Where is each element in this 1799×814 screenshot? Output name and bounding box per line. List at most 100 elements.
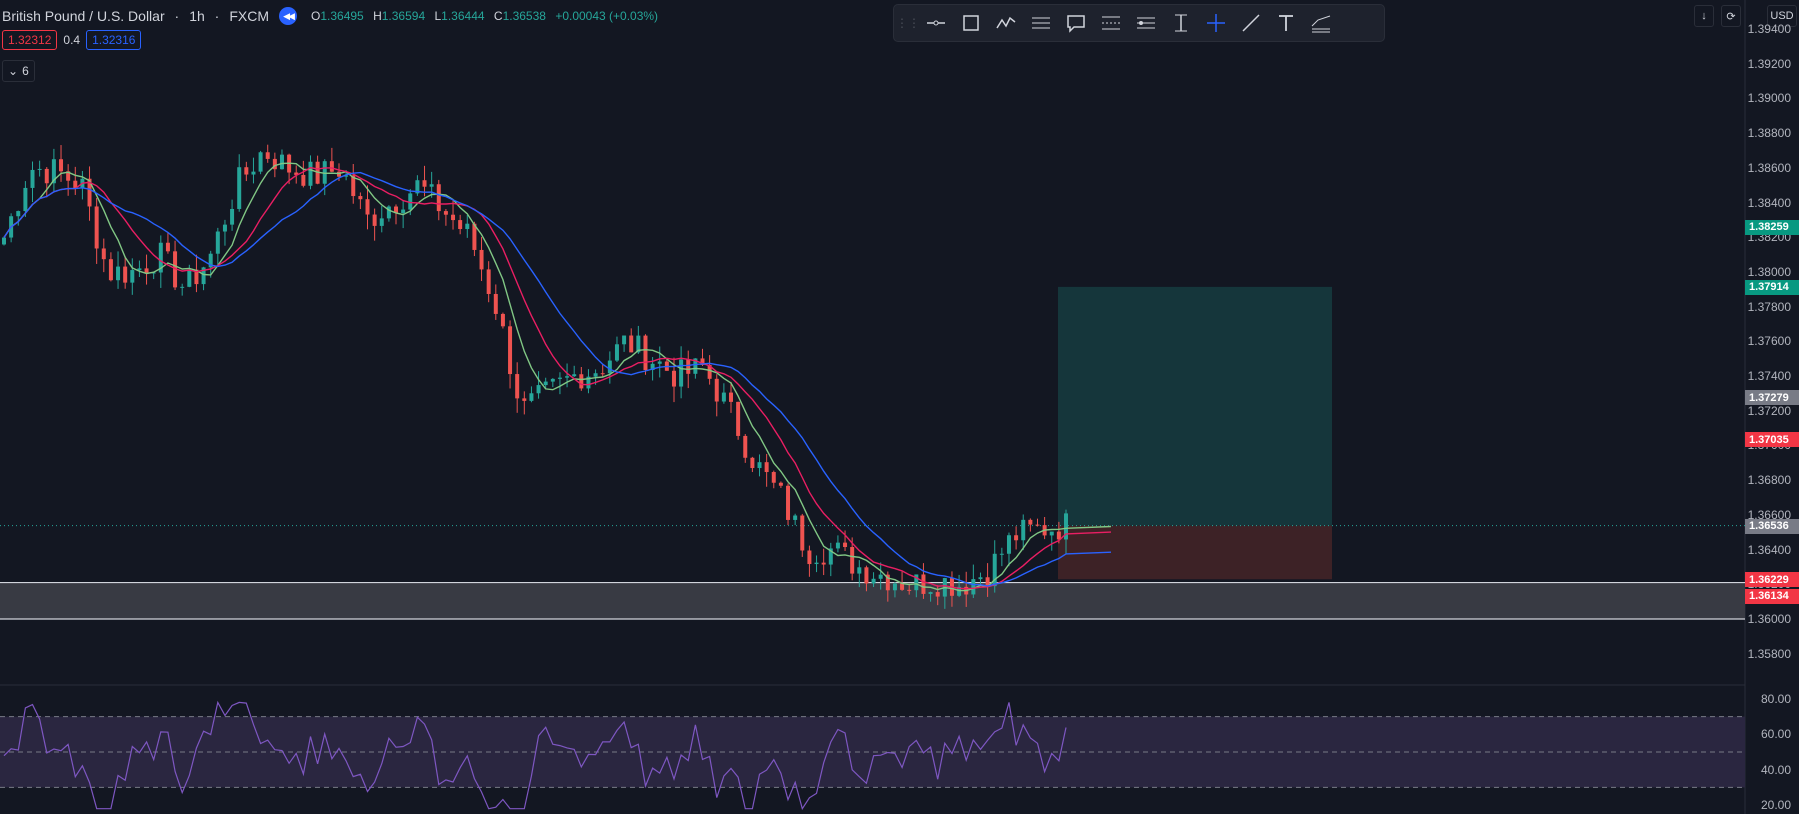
candle-body xyxy=(258,152,263,172)
candle-body xyxy=(1028,519,1033,525)
candle-body xyxy=(757,462,762,469)
horizontal-line-icon[interactable] xyxy=(918,8,953,38)
path-icon[interactable] xyxy=(988,8,1023,38)
change-value: +0.00043 (+0.03%) xyxy=(555,9,659,23)
candle-body xyxy=(572,374,577,377)
candle-body xyxy=(365,199,370,215)
candle-body xyxy=(479,249,484,270)
candle-body xyxy=(771,472,776,483)
candle-body xyxy=(279,154,284,170)
refresh-icon[interactable]: ⟳ xyxy=(1721,5,1741,27)
multi-line-icon[interactable] xyxy=(1303,8,1338,38)
indicators-toggle[interactable]: ⌄ 6 xyxy=(2,60,35,82)
candle-body xyxy=(123,266,128,283)
price-tick-label: 1.37200 xyxy=(1747,403,1791,418)
candle-body xyxy=(579,374,584,389)
price-tick-label: 1.37800 xyxy=(1747,299,1791,314)
candle-body xyxy=(265,152,270,159)
symbol-separator-2: · xyxy=(210,8,220,24)
price-tick-label: 1.37600 xyxy=(1747,334,1791,349)
candle-body xyxy=(408,193,413,210)
sell-button[interactable]: 1.32312 xyxy=(2,30,58,50)
candle-body xyxy=(493,293,498,314)
candle-body xyxy=(643,335,648,371)
price-tick-label: 1.38000 xyxy=(1747,264,1791,279)
crosshair-icon[interactable] xyxy=(1198,8,1233,38)
candle-body xyxy=(786,485,791,520)
buy-button[interactable]: 1.32316 xyxy=(86,30,142,50)
candle-body xyxy=(522,398,527,401)
symbol-name[interactable]: British Pound / U.S. Dollar xyxy=(2,8,165,24)
candle-body xyxy=(878,574,883,579)
rsi-tick-label: 40.00 xyxy=(1760,762,1791,777)
drawing-toolbar: ⋮⋮ xyxy=(893,4,1385,42)
price-tick-label: 1.38600 xyxy=(1747,160,1791,175)
interval-label[interactable]: 1h xyxy=(189,8,205,24)
candle-body xyxy=(486,269,491,294)
price-tick-label: 1.36000 xyxy=(1747,612,1791,626)
fib-retracement-icon[interactable] xyxy=(1093,8,1128,38)
candle-body xyxy=(37,168,42,170)
price-tick-label: 1.39400 xyxy=(1747,22,1791,36)
candle-body xyxy=(436,184,441,212)
price-tick-label: 1.39200 xyxy=(1747,56,1791,71)
support-zone xyxy=(0,582,1745,619)
price-tag: 1.37914 xyxy=(1745,279,1799,295)
candle-body xyxy=(465,223,470,230)
candle-body xyxy=(843,542,848,548)
candle-body xyxy=(451,214,456,221)
candle-body xyxy=(443,211,448,215)
price-tick-label: 1.36800 xyxy=(1747,473,1791,488)
price-tag: 1.36536 xyxy=(1745,518,1799,534)
candle-body xyxy=(401,209,406,214)
price-tick-label: 1.38800 xyxy=(1747,126,1791,141)
chart-canvas[interactable] xyxy=(0,0,1799,814)
price-range-icon[interactable] xyxy=(1163,8,1198,38)
callout-icon[interactable] xyxy=(1058,8,1093,38)
candle-body xyxy=(1014,535,1019,541)
rectangle-icon[interactable] xyxy=(953,8,988,38)
candle-body xyxy=(23,187,28,212)
candle-body xyxy=(251,171,256,175)
candle-body xyxy=(16,211,21,217)
download-icon[interactable]: ↓ xyxy=(1694,5,1714,27)
candle-body xyxy=(108,259,113,281)
price-tick-label: 1.35800 xyxy=(1747,646,1791,661)
candle-body xyxy=(358,196,363,200)
candle-body xyxy=(864,567,869,584)
price-tag: 1.36134 xyxy=(1745,588,1799,604)
candle-body xyxy=(372,214,377,226)
candle-body xyxy=(622,335,627,345)
candle-body xyxy=(857,567,862,574)
candle-body xyxy=(543,381,548,386)
candle-body xyxy=(907,589,912,591)
fib-extension-icon[interactable] xyxy=(1128,8,1163,38)
candle-body xyxy=(928,592,933,594)
candle-body xyxy=(244,167,249,175)
candle-body xyxy=(721,392,726,402)
candle-body xyxy=(94,206,99,249)
candle-body xyxy=(600,373,605,375)
candle-body xyxy=(679,359,684,387)
text-icon[interactable] xyxy=(1268,8,1303,38)
candle-body xyxy=(1006,535,1011,554)
candle-body xyxy=(215,231,220,254)
candle-body xyxy=(2,237,6,245)
symbol-header: British Pound / U.S. Dollar · 1h · FXCM … xyxy=(0,6,664,26)
ma-slow-line xyxy=(3,171,1112,587)
candle-body xyxy=(30,169,35,188)
candle-body xyxy=(686,359,691,374)
rsi-tick-label: 20.00 xyxy=(1760,798,1791,813)
price-tag: 1.38259 xyxy=(1745,219,1799,235)
candle-body xyxy=(557,377,562,379)
replay-icon[interactable]: ◀◀ xyxy=(279,7,297,25)
trend-line-icon[interactable] xyxy=(1233,8,1268,38)
grip-icon[interactable]: ⋮⋮ xyxy=(896,8,920,38)
price-tag: 1.37035 xyxy=(1745,432,1799,448)
parallel-channel-icon[interactable] xyxy=(1023,8,1058,38)
candle-body xyxy=(222,224,227,232)
chevron-down-icon: ⌄ xyxy=(8,64,19,78)
high-label: H xyxy=(373,9,382,23)
candle-body xyxy=(900,583,905,590)
candle-body xyxy=(629,335,634,353)
